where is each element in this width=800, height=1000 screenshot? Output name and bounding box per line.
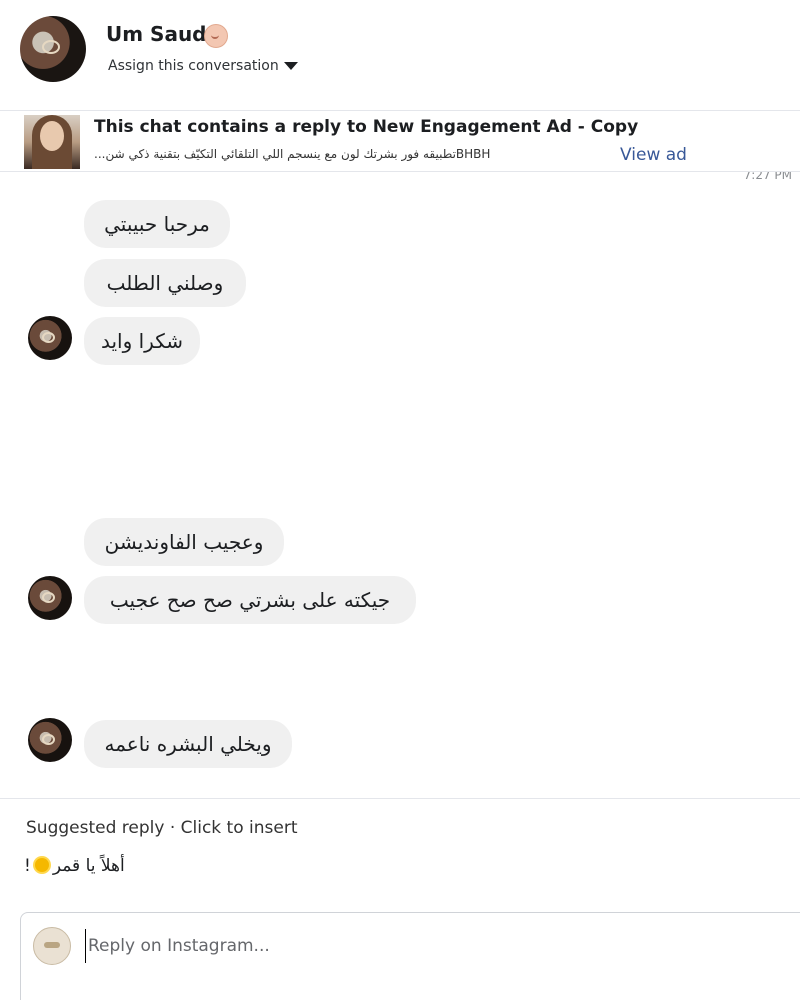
suggested-reply-label: Suggested reply · Click to insert bbox=[26, 818, 298, 838]
message-bubble[interactable]: ويخلي البشره ناعمه bbox=[84, 720, 292, 768]
assign-conversation-label[interactable]: Assign this conversation bbox=[108, 58, 279, 74]
ad-thumbnail[interactable] bbox=[24, 115, 80, 169]
ad-banner-title: This chat contains a reply to New Engage… bbox=[94, 117, 639, 137]
message-bubble[interactable]: مرحبا حبيبتي bbox=[84, 200, 230, 248]
reply-composer bbox=[20, 912, 800, 1000]
page-avatar bbox=[33, 927, 71, 965]
divider bbox=[0, 798, 800, 799]
message-bubble[interactable]: جيكته على بشرتي صح صح عجيب bbox=[84, 576, 416, 624]
baby-emoji-icon bbox=[204, 24, 228, 48]
contact-avatar[interactable] bbox=[20, 16, 86, 82]
ad-reply-banner: This chat contains a reply to New Engage… bbox=[0, 111, 800, 172]
ad-banner-description: BHBHتطبيقه فور بشرتك لون مع ينسجم اللي ا… bbox=[94, 147, 491, 161]
sender-avatar[interactable] bbox=[28, 316, 72, 360]
suggested-reply-text[interactable]: أهلاً يا قمر! bbox=[24, 856, 125, 876]
suggested-reply-end: ! bbox=[24, 856, 31, 876]
message-bubble[interactable]: شكرا وايد bbox=[84, 317, 200, 365]
reply-input[interactable] bbox=[85, 929, 690, 963]
message-timestamp: 7:27 PM bbox=[743, 172, 792, 180]
conversation-header: Um Saud Assign this conversation bbox=[0, 0, 800, 111]
message-bubble[interactable]: وعجيب الفاونديشن bbox=[84, 518, 284, 566]
sender-avatar[interactable] bbox=[28, 718, 72, 762]
view-ad-link[interactable]: View ad bbox=[620, 145, 687, 165]
chevron-down-icon[interactable] bbox=[284, 62, 298, 70]
sun-icon bbox=[34, 858, 49, 872]
message-bubble[interactable]: وصلني الطلب bbox=[84, 259, 246, 307]
contact-name[interactable]: Um Saud bbox=[106, 22, 207, 46]
suggested-reply-greeting: أهلاً يا قمر bbox=[52, 856, 125, 876]
sender-avatar[interactable] bbox=[28, 576, 72, 620]
conversation-panel: Um Saud Assign this conversation This ch… bbox=[0, 0, 800, 1000]
